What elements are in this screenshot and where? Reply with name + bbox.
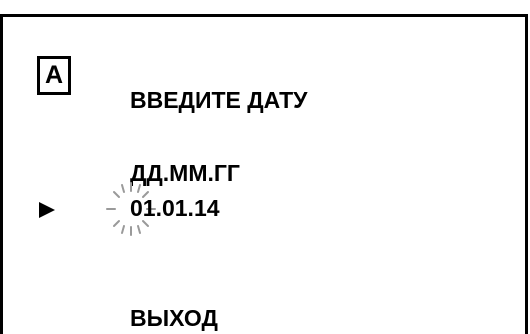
lcd-screen: A ВВЕДИТЕ ДАТУ ДД.ММ.ГГ 01.01.14 ВЫХОД xyxy=(0,14,528,334)
screen-title: ВВЕДИТЕ ДАТУ xyxy=(130,87,308,113)
date-value-field[interactable]: 01.01.14 xyxy=(130,194,220,222)
cursor-arrow-icon xyxy=(39,202,55,218)
mode-badge: A xyxy=(37,56,71,95)
exit-menu-item[interactable]: ВЫХОД xyxy=(130,304,218,332)
